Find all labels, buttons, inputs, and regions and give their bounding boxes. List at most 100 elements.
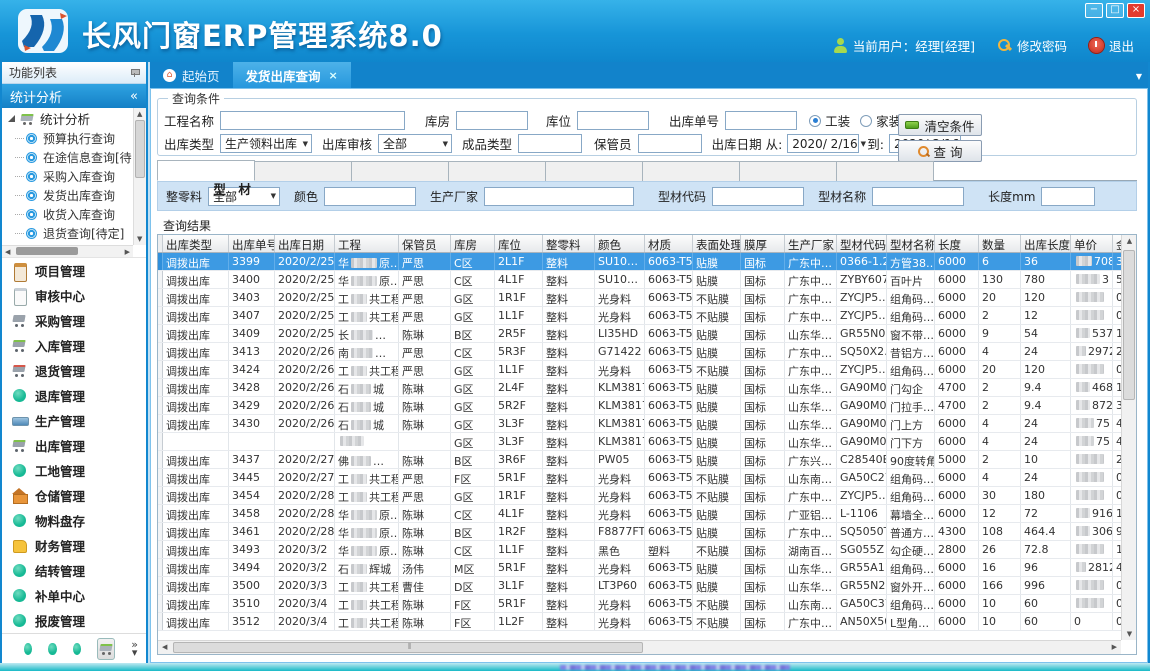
- material-tab[interactable]: 成 品: [545, 161, 643, 181]
- material-tab[interactable]: 耗 材: [642, 161, 740, 181]
- sidebar-section-statistics[interactable]: 统计分析 «: [2, 84, 146, 108]
- radio-icon[interactable]: [860, 115, 872, 127]
- sidebar-module[interactable]: 采购管理: [2, 308, 146, 333]
- sidebar-module[interactable]: 物料盘存: [2, 508, 146, 533]
- material-tab[interactable]: 玻 璃: [448, 161, 546, 181]
- tree-item[interactable]: 退货查询[待定]: [2, 224, 133, 243]
- sidebar-module[interactable]: 出库管理: [2, 433, 146, 458]
- more-modules-button[interactable]: »▾: [131, 641, 138, 657]
- tree-item[interactable]: 发货出库查询: [2, 186, 133, 205]
- table-row[interactable]: 调拨出库34612020/2/28华原…陈琳B区1R2F整料F8877FT606…: [158, 523, 1121, 541]
- minimize-button[interactable]: −: [1085, 3, 1103, 18]
- toolbar-dot-icon[interactable]: [73, 643, 81, 655]
- column-header[interactable]: 型材名称: [887, 235, 935, 252]
- table-row[interactable]: 调拨出库34292020/2/26石城陈琳G区5R2F整料KLM38176063…: [158, 397, 1121, 415]
- tab-close-icon[interactable]: ×: [329, 69, 338, 82]
- length-input[interactable]: [1041, 187, 1095, 206]
- table-row[interactable]: 调拨出库34452020/2/27工共工程严思F区5R1F整料光身料6063-T…: [158, 469, 1121, 487]
- sidebar-module[interactable]: 仓储管理: [2, 483, 146, 508]
- column-header[interactable]: 整零料: [543, 235, 595, 252]
- column-header[interactable]: 单价: [1071, 235, 1113, 252]
- sidebar-module[interactable]: 项目管理: [2, 258, 146, 283]
- outbound-type-select[interactable]: 生产领料出库▼: [220, 134, 312, 153]
- table-row[interactable]: 调拨出库34092020/2/25长…陈琳B区2R5F整料LI35HD6063-…: [158, 325, 1121, 343]
- table-row[interactable]: 调拨出库35002020/3/3工共工程曹佳D区3L1F整料LT3P606063…: [158, 577, 1121, 595]
- column-header[interactable]: 颜色: [595, 235, 645, 252]
- table-row[interactable]: 调拨出库34582020/2/28华原…陈琳C区4L1F整料光身料6063-T5…: [158, 505, 1121, 523]
- material-tab[interactable]: 隔 热 条: [836, 161, 934, 181]
- column-header[interactable]: 数量: [979, 235, 1021, 252]
- table-row[interactable]: 调拨出库34132020/2/26南…严思C区5R3F整料G714226063-…: [158, 343, 1121, 361]
- profile-code-input[interactable]: [712, 187, 804, 206]
- order-no-input[interactable]: [725, 111, 797, 130]
- grid-horizontal-scrollbar[interactable]: ◀ ▶: [158, 640, 1121, 654]
- scroll-right-icon[interactable]: ▶: [125, 248, 130, 256]
- column-header[interactable]: 出库单号: [229, 235, 275, 252]
- tree-item[interactable]: 在途信息查询[待: [2, 148, 133, 167]
- material-tab[interactable]: 型 材: [157, 160, 255, 181]
- keeper-input[interactable]: [638, 134, 702, 153]
- table-row[interactable]: 调拨出库34072020/2/25工共工程严思G区1L1F整料光身料6063-T…: [158, 307, 1121, 325]
- tree-item[interactable]: 采购入库查询: [2, 167, 133, 186]
- column-header[interactable]: 金: [1113, 235, 1121, 252]
- toolbar-cart-button[interactable]: [97, 638, 116, 660]
- column-header[interactable]: 生产厂家: [785, 235, 837, 252]
- date-from-select[interactable]: 2020/ 2/16▼: [787, 134, 859, 153]
- sidebar-module[interactable]: 生产管理: [2, 408, 146, 433]
- table-row[interactable]: 调拨出库34932020/3/2华原…陈琳C区1L1F整料黑色塑料不贴膜国标湖南…: [158, 541, 1121, 559]
- warehouse-input[interactable]: [456, 111, 528, 130]
- sidebar-module[interactable]: 财务管理: [2, 533, 146, 558]
- column-header[interactable]: 保管员: [399, 235, 451, 252]
- scrollbar-thumb[interactable]: [16, 247, 78, 255]
- scrollbar-thumb[interactable]: [173, 642, 643, 653]
- tree-expander-icon[interactable]: [8, 115, 15, 122]
- tab-home[interactable]: ⌂ 起始页: [150, 62, 233, 88]
- profile-name-input[interactable]: [872, 187, 964, 206]
- scroll-down-icon[interactable]: ▼: [137, 235, 142, 243]
- material-tab[interactable]: 单体型材: [739, 161, 837, 181]
- scroll-down-icon[interactable]: ▼: [1122, 630, 1137, 638]
- tree-item[interactable]: 预算执行查询: [2, 129, 133, 148]
- table-row[interactable]: 调拨出库34282020/2/26石城陈琳G区2L4F整料KLM38176063…: [158, 379, 1121, 397]
- table-row[interactable]: 调拨出库35122020/3/4工共工程陈琳F区1L2F整料光身料6063-T5…: [158, 613, 1121, 631]
- radio-option[interactable]: 工装: [809, 111, 850, 130]
- table-row[interactable]: 调拨出库35102020/3/4工共工程陈琳F区5R1F整料光身料6063-T5…: [158, 595, 1121, 613]
- scrollbar-thumb[interactable]: [1123, 250, 1135, 400]
- material-tab[interactable]: 辅 材: [351, 161, 449, 181]
- sidebar-module[interactable]: 入库管理: [2, 333, 146, 358]
- table-row[interactable]: 调拨出库34372020/2/27佛…陈琳B区3R6F整料PW056063-T5…: [158, 451, 1121, 469]
- factory-input[interactable]: [484, 187, 634, 206]
- close-button[interactable]: ×: [1127, 3, 1145, 18]
- collapse-icon[interactable]: «: [130, 89, 138, 104]
- table-row[interactable]: 调拨出库34542020/2/28工共工程严思G区1R1F整料光身料6063-T…: [158, 487, 1121, 505]
- grid-vertical-scrollbar[interactable]: ▲ ▼: [1121, 235, 1136, 640]
- scroll-up-icon[interactable]: ▲: [137, 110, 142, 118]
- location-input[interactable]: [577, 111, 649, 130]
- scroll-left-icon[interactable]: ◀: [162, 641, 167, 655]
- table-row[interactable]: 调拨出库33992020/2/25华原…严思C区2L1F整料SU10…6063-…: [158, 253, 1121, 271]
- toolbar-dot-icon[interactable]: [48, 643, 56, 655]
- column-header[interactable]: 库位: [495, 235, 543, 252]
- column-header[interactable]: 工程: [335, 235, 399, 252]
- tree-horizontal-scrollbar[interactable]: ◀ ▶: [2, 245, 133, 257]
- maximize-button[interactable]: □: [1106, 3, 1124, 18]
- logout-button[interactable]: 退出: [1089, 36, 1134, 55]
- change-password-button[interactable]: 修改密码: [997, 36, 1067, 55]
- toolbar-dot-icon[interactable]: [24, 643, 32, 655]
- product-type-input[interactable]: [518, 134, 582, 153]
- scroll-right-icon[interactable]: ▶: [1112, 641, 1117, 655]
- sidebar-module[interactable]: 补单中心: [2, 583, 146, 608]
- tree-item[interactable]: 收货入库查询: [2, 205, 133, 224]
- column-header[interactable]: 出库类型: [163, 235, 229, 252]
- table-row[interactable]: 调拨出库34002020/2/25华原…严思C区4L1F整料SU10…6063-…: [158, 271, 1121, 289]
- sidebar-module[interactable]: 结转管理: [2, 558, 146, 583]
- radio-option[interactable]: 家装: [860, 111, 901, 130]
- sidebar-module[interactable]: 工地管理: [2, 458, 146, 483]
- clear-conditions-button[interactable]: 清空条件: [898, 114, 982, 136]
- column-header[interactable]: 型材代码: [837, 235, 887, 252]
- scroll-left-icon[interactable]: ◀: [5, 248, 10, 256]
- color-input[interactable]: [324, 187, 416, 206]
- sidebar-module[interactable]: 报废管理: [2, 608, 146, 633]
- search-button[interactable]: 查 询: [898, 140, 982, 162]
- tree-vertical-scrollbar[interactable]: ▲ ▼: [133, 108, 146, 245]
